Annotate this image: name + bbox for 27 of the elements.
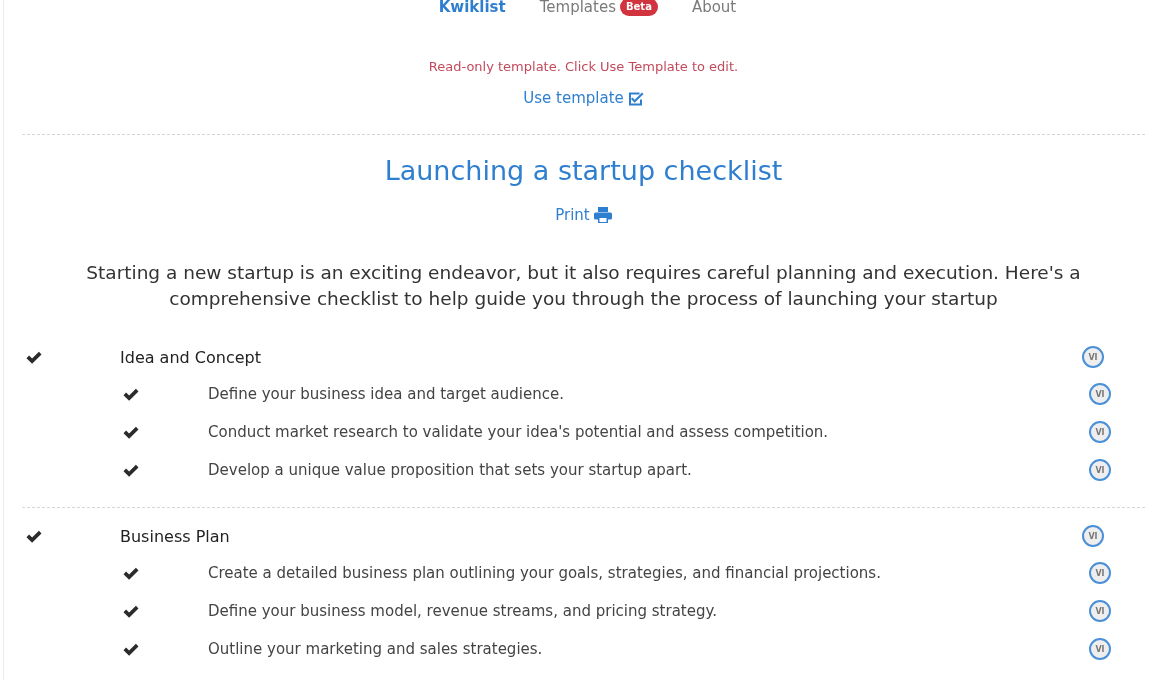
nav-link[interactable]: Kwiklist <box>438 0 506 16</box>
assignee-avatar: VI <box>1082 525 1104 547</box>
checklist-item: Outline your marketing and sales strategies. <box>208 640 544 658</box>
assignee-avatar: VI <box>1082 346 1104 368</box>
assignee-avatar: VI <box>1089 421 1111 443</box>
assignee-avatar: VI <box>1089 562 1111 584</box>
print-link[interactable]: Print <box>555 205 612 225</box>
assignee-avatar: VI <box>1089 459 1111 481</box>
printer-icon <box>593 207 612 223</box>
use-template-link[interactable]: Use template <box>523 88 644 108</box>
assignee-avatar: VI <box>1089 600 1111 622</box>
checklist-item: Develop a unique value proposition that sets your startup apart. <box>208 461 693 479</box>
read-only-notice: Read-only template. Click Use Template to edit. <box>427 58 740 76</box>
nav-link[interactable]: Templates Beta <box>539 0 658 16</box>
section-heading: Idea and Concept <box>120 347 262 367</box>
assignee-avatar: VI <box>1089 383 1111 405</box>
checklist-description: Starting a new startup is an exciting endeavor, but it also requires careful planning and execution. Here's a comprehensive checklist to help guide you through the process of launching your startup <box>85 261 1082 311</box>
assignee-avatar: VI <box>1089 638 1111 660</box>
checklist-item: Define your business model, revenue streams, and pricing strategy. <box>208 602 718 620</box>
nav-link[interactable]: About <box>691 0 737 16</box>
checklist-title: Launching a startup checklist <box>383 154 784 188</box>
beta-badge: Beta <box>619 0 658 16</box>
checklist-item: Conduct market research to validate your idea's potential and assess competition. <box>208 423 830 441</box>
checkbox-check-icon <box>627 90 644 106</box>
checklist-item: Create a detailed business plan outlining your goals, strategies, and financial projections. <box>208 564 882 582</box>
section-heading: Business Plan <box>120 526 231 546</box>
checklist-item: Define your business idea and target audience. <box>208 385 565 403</box>
